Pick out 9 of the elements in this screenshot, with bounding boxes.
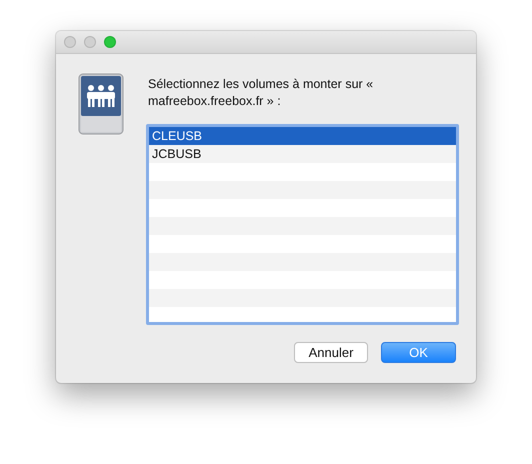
- volume-item[interactable]: CLEUSB: [149, 127, 456, 145]
- zoom-button[interactable]: [104, 36, 116, 48]
- volume-list[interactable]: CLEUSB JCBUSB: [146, 124, 459, 325]
- close-button[interactable]: [64, 36, 76, 48]
- volume-item[interactable]: JCBUSB: [149, 145, 456, 163]
- minimize-button[interactable]: [84, 36, 96, 48]
- cancel-button[interactable]: Annuler: [294, 342, 368, 363]
- network-drive-icon: [78, 73, 124, 135]
- prompt-text: Sélectionnez les volumes à monter sur « mafreebox.freebox.fr » :: [148, 76, 374, 110]
